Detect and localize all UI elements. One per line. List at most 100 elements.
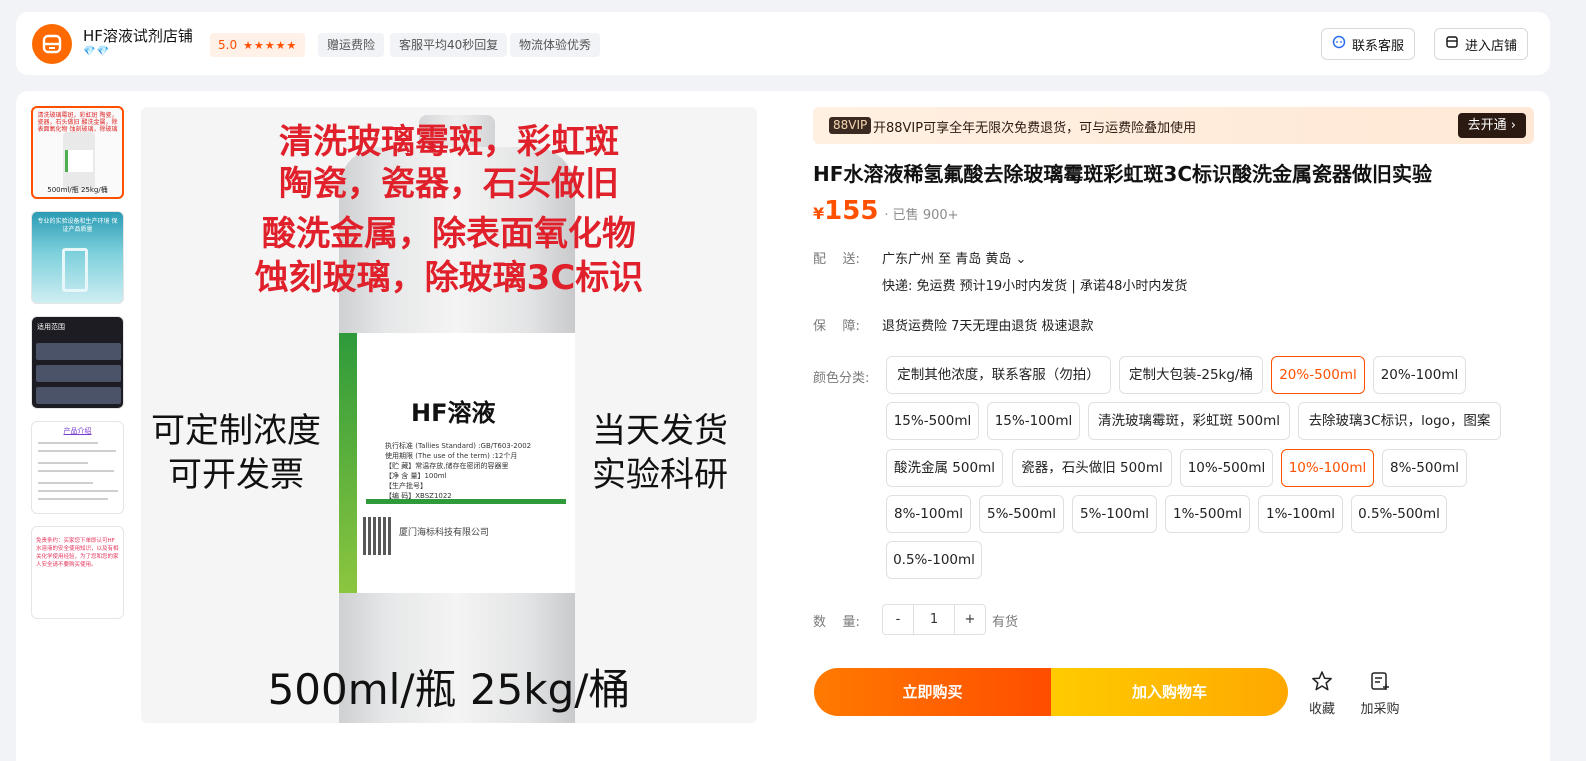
quantity-decrease-button[interactable]: - xyxy=(883,605,913,634)
thumbnail-1[interactable]: 清洗玻璃霉斑，彩虹斑 陶瓷，瓷器，石头做旧 酸洗金属，除表面氧化物 蚀刻玻璃，除… xyxy=(31,106,124,199)
sku-option[interactable]: 10%-500ml xyxy=(1180,449,1273,487)
star-icons: ★★★★★ xyxy=(243,38,298,52)
side-line: 当天发货 xyxy=(592,411,728,451)
sku-option[interactable]: 定制其他浓度，联系客服（勿拍） xyxy=(886,356,1111,394)
sku-option[interactable]: 8%-500ml xyxy=(1382,449,1467,487)
bottle-label-details: 执行标准 (Tallies Standard) :GB/T603-2002 使用… xyxy=(385,441,531,501)
text-line xyxy=(38,498,108,500)
sku-option[interactable]: 15%-500ml xyxy=(886,402,979,440)
delivery-label: 配 送: xyxy=(813,252,860,267)
usage-row-image xyxy=(36,387,121,404)
stock-status: 有货 xyxy=(992,615,1019,630)
service-tag: 客服平均40秒回复 xyxy=(390,33,508,57)
text-line xyxy=(38,450,116,452)
sku-option[interactable]: 1%-500ml xyxy=(1165,495,1250,533)
vip-open-button[interactable]: 去开通 › xyxy=(1457,113,1526,138)
side-line: 可开发票 xyxy=(168,455,304,495)
purchase-list-icon xyxy=(1355,670,1405,698)
sku-option[interactable]: 酸洗金属 500ml xyxy=(886,449,1003,487)
price-value: 155 xyxy=(824,196,879,226)
sku-option-selected[interactable]: 20%-500ml xyxy=(1271,356,1365,394)
sku-option[interactable]: 去除玻璃3C标识，logo，图案 xyxy=(1298,402,1501,440)
product-title: HF水溶液稀氢氟酸去除玻璃霉斑彩虹斑3C标识酸洗金属瓷器做旧实验 xyxy=(813,162,1432,186)
thumbnail-caption: 产品介绍 xyxy=(63,427,92,435)
star-outline-icon xyxy=(1297,670,1347,698)
sku-option[interactable]: 0.5%-100ml xyxy=(886,541,982,579)
shop-logo[interactable] xyxy=(32,24,72,64)
thumbnail-caption: 免责条约：买家您下单即认可HF水溶液的安全使用知识，以及有相关化学使用经验，为了… xyxy=(36,538,119,568)
thumbnail-bottom-caption: 500ml/瓶 25kg/桶 xyxy=(47,186,108,194)
label-line: 使用期限 (The use of the term) :12个月 xyxy=(385,452,518,460)
headset-icon xyxy=(1332,35,1346,53)
sku-option[interactable]: 5%-500ml xyxy=(979,495,1064,533)
package-size-text: 500ml/瓶 25kg/桶 xyxy=(267,665,631,714)
sku-option[interactable]: 0.5%-500ml xyxy=(1351,495,1447,533)
currency-symbol: ¥ xyxy=(813,204,825,223)
label-company: 厦门海标科技有限公司 xyxy=(399,528,490,538)
add-to-purchase-list-button[interactable]: 加采购 xyxy=(1355,670,1405,717)
contact-service-label: 联系客服 xyxy=(1352,38,1405,54)
bottle-label-title: HF溶液 xyxy=(411,399,496,427)
main-product-image[interactable]: HF溶液 执行标准 (Tallies Standard) :GB/T603-20… xyxy=(141,107,757,723)
thumbnail-4[interactable]: 产品介绍 xyxy=(31,421,124,514)
sku-option[interactable]: 5%-100ml xyxy=(1072,495,1157,533)
label-line: 【净 含 量】100ml xyxy=(385,472,447,480)
microscope-image xyxy=(62,248,88,292)
add-to-cart-button[interactable]: 加入购物车 xyxy=(1051,668,1288,716)
sku-option[interactable]: 定制大包装-25kg/桶 xyxy=(1119,356,1263,394)
sku-option[interactable]: 20%-100ml xyxy=(1373,356,1466,394)
shop-header: HF溶液试剂店铺 💎💎 5.0 ★★★★★ 赠运费险 客服平均40秒回复 物流体… xyxy=(16,12,1550,75)
sku-option[interactable]: 瓷器，石头做旧 500ml xyxy=(1012,449,1172,487)
usage-row-image xyxy=(36,365,121,382)
thumbnail-list: 清洗玻璃霉斑，彩虹斑 陶瓷，瓷器，石头做旧 酸洗金属，除表面氧化物 蚀刻玻璃，除… xyxy=(31,106,126,631)
feature-line: 蚀刻玻璃，除玻璃3C标识 xyxy=(254,258,644,298)
thumbnail-5[interactable]: 免责条约：买家您下单即认可HF水溶液的安全使用知识，以及有相关化学使用经验，为了… xyxy=(31,526,124,619)
thumbnail-2[interactable]: 专业的实验设备和生产环境 保证产品质量 xyxy=(31,211,124,304)
buy-now-button[interactable]: 立即购买 xyxy=(814,668,1051,716)
thumbnail-3[interactable]: 适用范围 xyxy=(31,316,124,409)
vip-badge: 88VIP xyxy=(829,117,872,134)
label-line: 【贮 藏】常温存放,储存在密闭的容器里 xyxy=(385,462,509,470)
contact-service-button[interactable]: 联系客服 xyxy=(1321,28,1416,60)
side-line: 实验科研 xyxy=(592,455,728,495)
sku-option[interactable]: 清洗玻璃霉斑，彩虹斑 500ml xyxy=(1088,402,1290,440)
text-line xyxy=(38,490,118,492)
sku-option[interactable]: 8%-100ml xyxy=(886,495,971,533)
sku-option[interactable]: 15%-100ml xyxy=(987,402,1080,440)
label-line: 【生产批号】 xyxy=(385,482,427,490)
label-line: 执行标准 (Tallies Standard) :GB/T603-2002 xyxy=(385,442,532,450)
bottle-label-stripe xyxy=(339,333,357,593)
qr-code-image xyxy=(363,517,391,555)
store-icon xyxy=(1445,35,1459,53)
usage-row-image xyxy=(36,343,121,360)
custom-concentration-text: 可定制浓度 可开发票 xyxy=(141,409,331,497)
feature-line: 酸洗金属，除表面氧化物 xyxy=(262,214,636,254)
quantity-label: 数 量: xyxy=(813,615,860,630)
enter-shop-button[interactable]: 进入店铺 xyxy=(1434,28,1529,60)
service-tag: 赠运费险 xyxy=(318,33,385,57)
delivery-detail: 快递: 免运费 预计19小时内发货 | 承诺48小时内发货 xyxy=(882,279,1188,294)
shop-name[interactable]: HF溶液试剂店铺 xyxy=(83,25,193,46)
label-green-bar xyxy=(366,499,566,504)
text-line xyxy=(38,470,114,472)
quantity-stepper: - 1 + xyxy=(882,604,986,635)
favorite-label: 收藏 xyxy=(1308,702,1335,717)
favorite-button[interactable]: 收藏 xyxy=(1297,670,1347,717)
shop-logo-icon xyxy=(42,34,62,54)
text-line xyxy=(38,482,93,484)
quantity-input[interactable]: 1 xyxy=(913,605,955,634)
side-line: 可定制浓度 xyxy=(151,411,321,451)
guarantee-text: 退货运费险 7天无理由退货 极速退款 xyxy=(882,319,1094,334)
feature-line: 清洗玻璃霉斑，彩虹斑 xyxy=(279,122,619,162)
rating-score: 5.0 xyxy=(218,38,238,52)
thumbnail-caption: 专业的实验设备和生产环境 保证产品质量 xyxy=(37,218,118,233)
guarantee-label: 保 障: xyxy=(813,319,860,334)
purchase-list-label: 加采购 xyxy=(1360,702,1400,717)
sku-option-selected[interactable]: 10%-100ml xyxy=(1281,449,1374,487)
vip-promo-bar: 88VIP 开88VIP可享全年无限次免费退货，可与运费险叠加使用 去开通 › xyxy=(813,107,1534,144)
thumbnail-caption: 适用范围 xyxy=(37,323,65,331)
service-tag: 物流体验优秀 xyxy=(510,33,601,57)
quantity-increase-button[interactable]: + xyxy=(955,605,985,634)
sku-option[interactable]: 1%-100ml xyxy=(1258,495,1343,533)
delivery-route-selector[interactable]: 广东广州 至 青岛 黄岛 ⌄ xyxy=(882,248,1026,267)
